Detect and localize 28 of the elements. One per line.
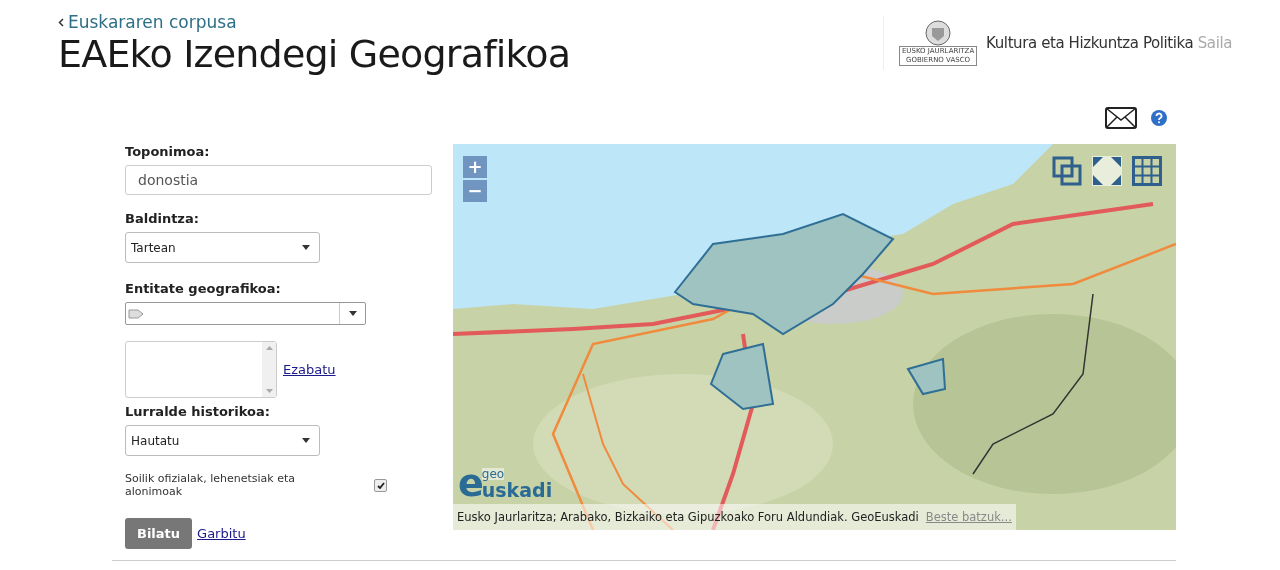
field-label: Lurralde historikoa: [125, 404, 271, 419]
checkbox-label: Soilik ofizialak, lehenetsiak eta alonimoak [125, 472, 296, 498]
dropdown-arrow-icon [302, 438, 310, 443]
entity-combobox[interactable] [125, 302, 366, 325]
dropdown-arrow-icon [302, 245, 310, 250]
tag-icon [128, 306, 144, 321]
field-label: Entitate geografikoa: [125, 281, 282, 296]
field-label: Baldintza: [125, 211, 200, 226]
dropdown-arrow-icon [348, 311, 357, 316]
field-label: Toponimoa: [125, 144, 211, 159]
territory-select[interactable]: Hautatu [125, 425, 320, 456]
coat-of-arms-icon [925, 20, 952, 46]
grid-icon[interactable] [1132, 156, 1162, 186]
back-link[interactable]: Euskararen corpusa [58, 12, 571, 32]
page-title: EAEko Izendegi Geografikoa [58, 32, 571, 76]
department-name: Kultura eta Hizkuntza Politika Saila [986, 34, 1232, 52]
toponym-field[interactable]: donostia [125, 165, 432, 195]
clear-link[interactable]: Garbitu [197, 526, 246, 541]
help-icon[interactable] [1151, 110, 1167, 126]
delete-link[interactable]: Ezabatu [283, 362, 336, 377]
layers-icon[interactable] [1052, 156, 1082, 186]
attribution-text: Eusko Jaurlaritza; Arabako, Bizkaiko eta Gipuzkoako Foru Aldundiak. GeoEuskadi [457, 510, 919, 524]
mail-icon[interactable] [1105, 107, 1137, 129]
search-button[interactable]: Bilatu [125, 518, 193, 549]
condition-select[interactable]: Tartean [125, 232, 320, 263]
chevron-left-icon [58, 17, 64, 27]
official-checkbox[interactable] [374, 478, 387, 492]
fullscreen-icon[interactable] [1092, 156, 1122, 186]
